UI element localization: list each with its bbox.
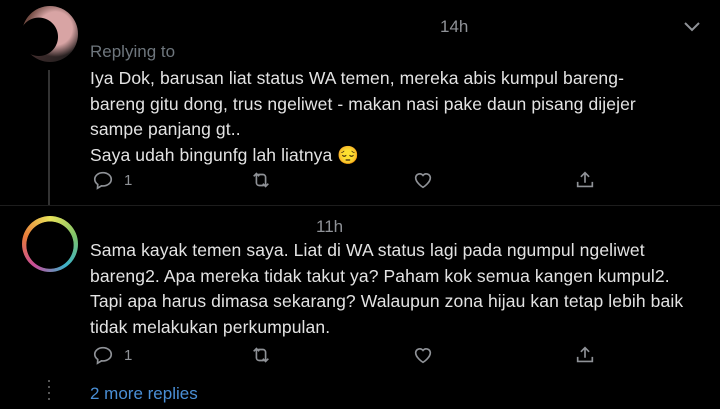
like-button[interactable] (412, 343, 434, 367)
like-button[interactable] (412, 168, 434, 192)
retweet-icon (253, 347, 269, 363)
timestamp[interactable]: 14h (440, 17, 468, 37)
reply-button[interactable]: 1 (92, 168, 132, 192)
reply-icon (93, 171, 113, 190)
tweet-text: Iya Dok, barusan liat status WA temen, m… (90, 68, 636, 165)
more-replies-connector (48, 380, 50, 404)
tweet-actions: 1 (0, 343, 720, 367)
replying-to-label: Replying to (90, 42, 176, 61)
share-button[interactable] (574, 168, 596, 192)
share-icon (576, 346, 594, 363)
tweet-2[interactable]: 11h Sama kayak temen saya. Liat di WA st… (0, 205, 720, 365)
pensive-face-emoji: 😔 (337, 144, 360, 165)
avatar[interactable] (22, 216, 78, 272)
timestamp[interactable]: 11h (316, 217, 343, 237)
tweet-actions: 1 (0, 168, 720, 192)
more-chevron-icon[interactable] (680, 14, 704, 38)
share-icon (576, 171, 594, 188)
tweet-text: Sama kayak temen saya. Liat di WA status… (90, 240, 684, 337)
retweet-button[interactable] (250, 168, 272, 192)
reply-button[interactable]: 1 (92, 343, 132, 367)
more-replies-link[interactable]: 2 more replies (90, 384, 198, 404)
reply-count: 1 (124, 346, 133, 364)
like-icon (414, 173, 432, 189)
avatar[interactable] (22, 6, 78, 62)
reply-count: 1 (124, 171, 133, 189)
retweet-button[interactable] (250, 343, 272, 367)
retweet-icon (253, 172, 269, 188)
tweet-1[interactable]: 14h Replying to Iya Dok, barusan liat st… (0, 0, 720, 205)
reply-icon (93, 346, 113, 365)
share-button[interactable] (574, 343, 596, 367)
like-icon (414, 348, 432, 364)
